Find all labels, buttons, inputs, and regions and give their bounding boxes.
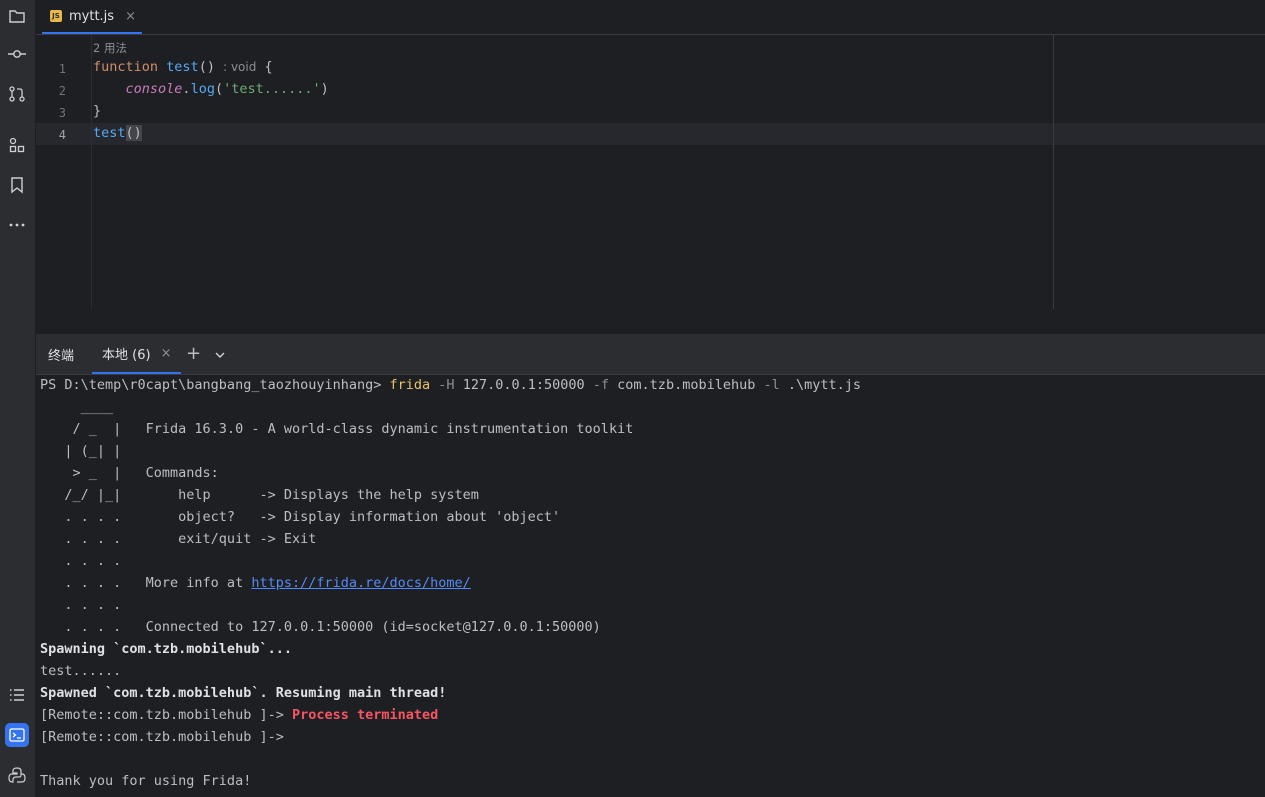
code-line-4: test() xyxy=(93,125,142,141)
code-editor[interactable]: 1 2 3 4 2 用法 function test() : void { co… xyxy=(36,35,1265,309)
banner-line: / _ | Frida 16.3.0 - A world-class dynam… xyxy=(40,421,634,437)
usages-inlay-hint[interactable]: 2 用法 xyxy=(93,40,127,56)
commit-icon[interactable] xyxy=(5,42,29,66)
terminal-output[interactable]: PS D:\temp\r0capt\bangbang_taozhouyinhan… xyxy=(36,375,1265,797)
more-icon[interactable] xyxy=(5,213,29,237)
banner-line: . . . . More info at https://frida.re/do… xyxy=(40,575,471,591)
tab-mytt-js[interactable]: JS mytt.js × xyxy=(42,0,142,34)
process-terminated-status: Process terminated xyxy=(291,707,439,723)
banner-line: ____ xyxy=(40,399,114,415)
remote-prompt-line: [Remote::com.tzb.mobilehub ]-> xyxy=(40,729,284,745)
js-file-icon: JS xyxy=(50,10,62,22)
close-terminal-tab-icon[interactable]: × xyxy=(161,346,172,361)
spawning-line: Spawning `com.tzb.mobilehub`... xyxy=(40,641,292,657)
code-line-3: } xyxy=(93,103,102,119)
editor-tab-bar: JS mytt.js × xyxy=(36,0,1265,35)
python-console-icon[interactable] xyxy=(5,763,29,787)
banner-line: . . . . xyxy=(40,553,122,569)
command-line: PS D:\temp\r0capt\bangbang_taozhouyinhan… xyxy=(40,377,862,393)
banner-line: | (_| | xyxy=(40,443,122,459)
matched-brackets: () xyxy=(125,125,142,141)
line-number: 4 xyxy=(58,128,66,142)
banner-line: . . . . object? -> Display information a… xyxy=(40,509,561,525)
structure-icon[interactable] xyxy=(5,133,29,157)
tab-local-terminal[interactable]: 本地 (6) × xyxy=(92,334,181,374)
line-gutter: 1 2 3 4 xyxy=(36,35,92,309)
terminal-icon[interactable] xyxy=(5,723,29,747)
frida-docs-link[interactable]: https://frida.re/docs/home/ xyxy=(251,575,470,591)
terminal-title: 终端 xyxy=(48,349,75,364)
current-line-highlight xyxy=(36,123,1265,145)
banner-line: /_/ |_| help -> Displays the help system xyxy=(40,487,479,503)
terminal-header: 终端 本地 (6) × + xyxy=(36,334,1265,375)
remote-prompt-line: [Remote::com.tzb.mobilehub ]-> Process t… xyxy=(40,707,439,723)
right-margin-guide xyxy=(1053,35,1054,309)
line-number: 2 xyxy=(58,84,66,98)
close-tab-icon[interactable]: × xyxy=(125,9,136,24)
code-line-1: function test() : void { xyxy=(93,59,273,75)
banner-line: . . . . xyxy=(40,597,122,613)
terminal-tab-label: 本地 (6) xyxy=(102,347,151,363)
thanks-line: Thank you for using Frida! xyxy=(40,773,252,789)
code-line-2: console.log('test......') xyxy=(125,81,329,97)
return-type-hint: : void xyxy=(223,60,257,74)
line-number: 1 xyxy=(58,62,66,76)
activity-bar xyxy=(0,0,36,797)
banner-line: > _ | Commands: xyxy=(40,465,219,481)
banner-line: . . . . Connected to 127.0.0.1:50000 (id… xyxy=(40,619,601,635)
banner-line: . . . . exit/quit -> Exit xyxy=(40,531,317,547)
panel-separator[interactable] xyxy=(36,309,1265,335)
new-terminal-button[interactable]: + xyxy=(186,343,201,364)
todo-list-icon[interactable] xyxy=(5,683,29,707)
bookmark-icon[interactable] xyxy=(5,173,29,197)
line-number: 3 xyxy=(58,106,66,120)
spawned-line: Spawned `com.tzb.mobilehub`. Resuming ma… xyxy=(40,685,447,701)
folder-icon[interactable] xyxy=(5,4,29,28)
chevron-down-icon[interactable] xyxy=(214,346,226,365)
pull-request-icon[interactable] xyxy=(5,82,29,106)
script-output-line: test...... xyxy=(40,663,122,679)
tab-label: mytt.js xyxy=(69,8,115,24)
